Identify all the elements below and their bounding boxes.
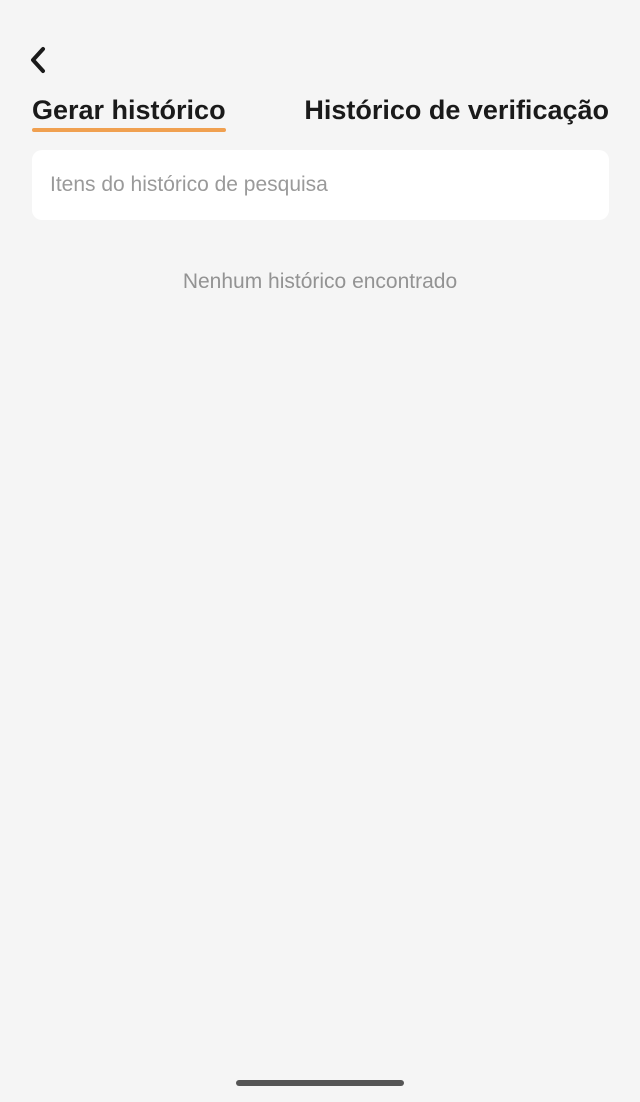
tab-label: Histórico de verificação (304, 95, 609, 125)
history-screen: Gerar histórico Histórico de verificação… (0, 0, 640, 1102)
tab-historico-de-verificacao[interactable]: Histórico de verificação (304, 92, 609, 128)
empty-state-message: Nenhum histórico encontrado (182, 270, 458, 293)
home-indicator (236, 1080, 404, 1086)
tab-bar: Gerar histórico Histórico de verificação (32, 92, 609, 138)
chevron-left-icon (31, 47, 45, 73)
search-input[interactable] (32, 150, 609, 220)
search-box (32, 150, 609, 220)
back-button[interactable] (18, 38, 58, 82)
tab-label: Gerar histórico (32, 95, 226, 125)
tab-gerar-historico[interactable]: Gerar histórico (32, 92, 226, 132)
active-tab-indicator (32, 128, 226, 132)
